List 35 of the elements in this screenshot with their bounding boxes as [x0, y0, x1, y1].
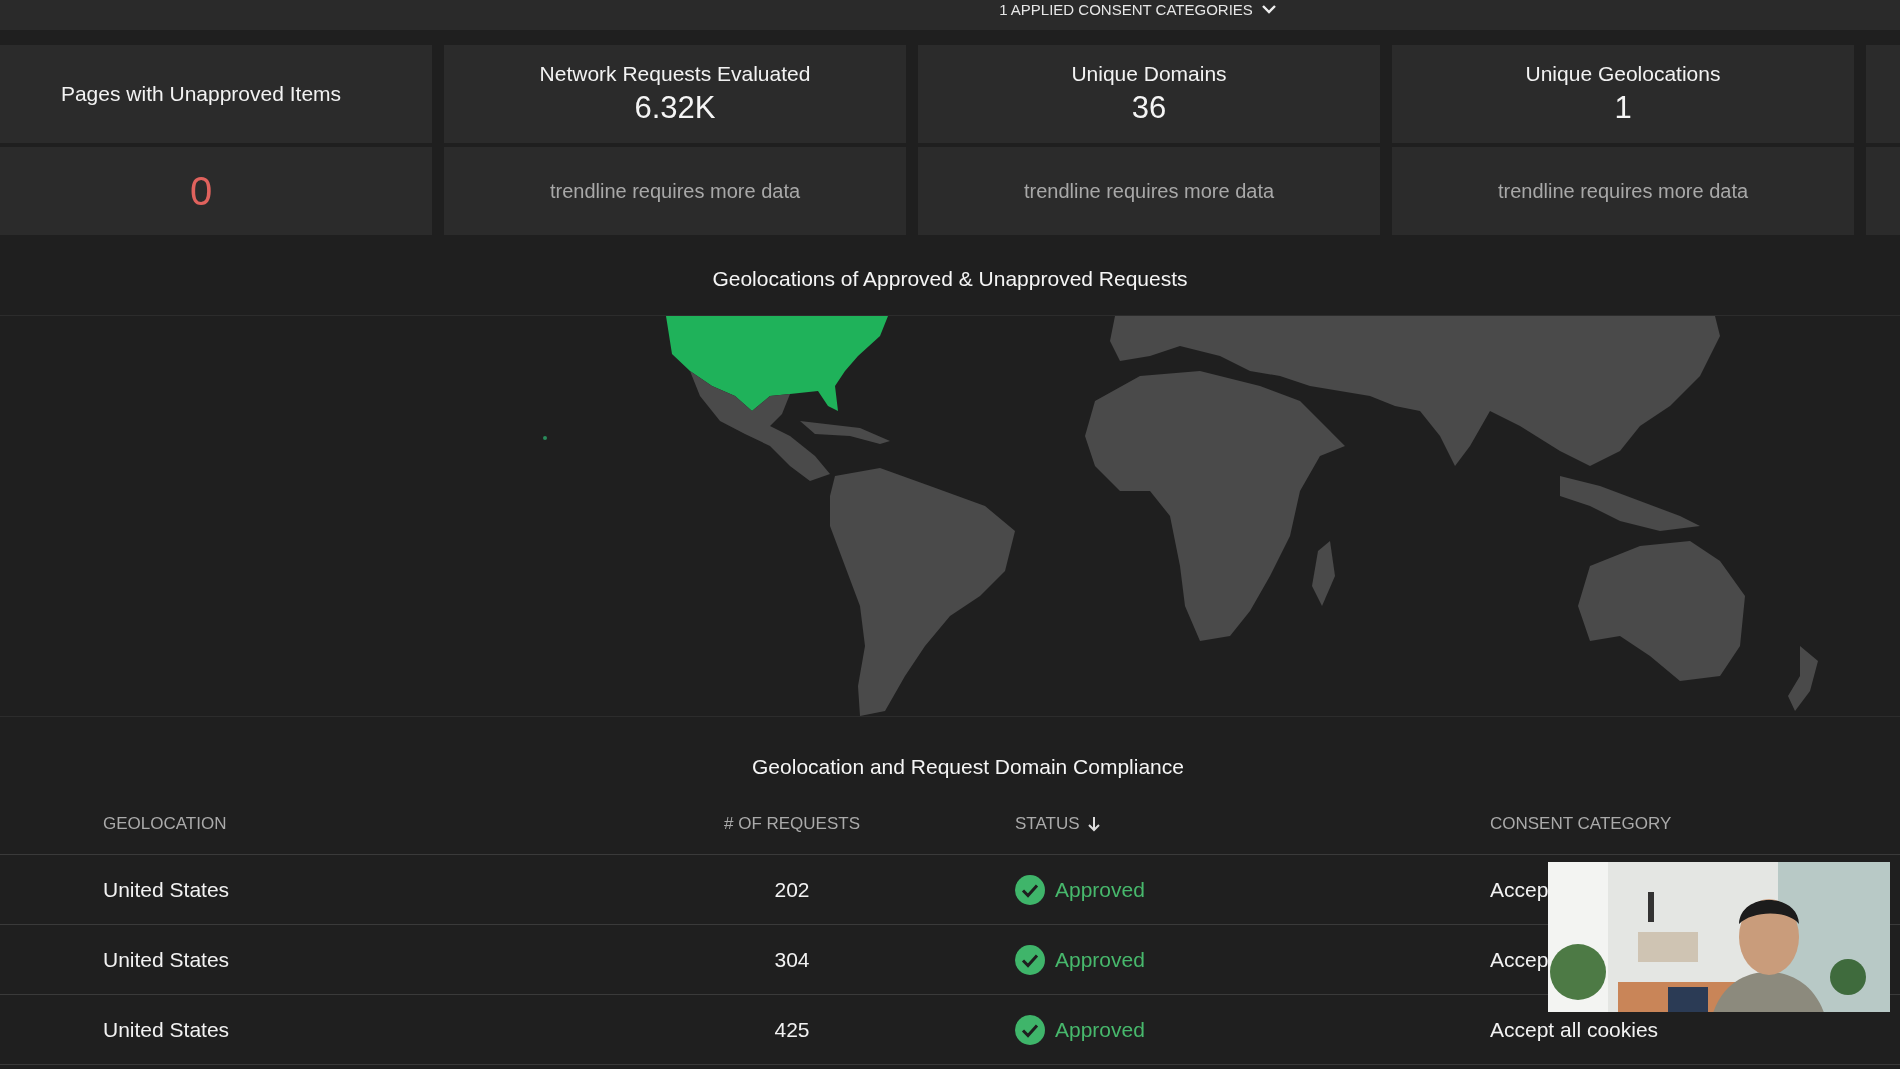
column-header[interactable]: STATUS: [1015, 813, 1100, 834]
card-value: 1: [1614, 90, 1632, 126]
consent-filter-dropdown[interactable]: 1 APPLIED CONSENT CATEGORIES: [999, 0, 1277, 18]
table-cell: 425: [774, 1017, 810, 1042]
table-cell: 202: [774, 877, 810, 902]
table-cell: United States: [103, 877, 230, 902]
table-title: Geolocation and Request Domain Compliance: [752, 755, 1184, 779]
card-value: 36: [1131, 90, 1167, 126]
status-text: Approved: [1055, 947, 1145, 972]
check-circle-icon: [1015, 874, 1045, 905]
sort-arrow-icon: [1087, 815, 1100, 832]
check-circle-icon: [1015, 1014, 1045, 1045]
column-header[interactable]: # OF REQUESTS: [724, 813, 860, 834]
table-cell: 304: [774, 947, 810, 972]
chevron-down-icon: [1260, 4, 1277, 14]
column-header[interactable]: GEOLOCATION: [103, 813, 227, 834]
trendline-note: trendline requires more data: [549, 179, 801, 203]
table-cell: United States: [103, 947, 230, 972]
status-text: Approved: [1055, 1017, 1145, 1042]
check-circle-icon: [1015, 944, 1045, 975]
table-cell: United States: [103, 1017, 230, 1042]
trendline-note: trendline requires more data: [1497, 179, 1749, 203]
table-cell: Accep: [1490, 877, 1549, 902]
card-title: Network Requests Evaluated: [539, 62, 811, 86]
map-title: Geolocations of Approved & Unapproved Requests: [712, 267, 1188, 291]
card-title: Unique Geolocations: [1525, 62, 1721, 86]
table-cell: Accep: [1490, 947, 1549, 972]
card-title: Unique Domains: [1071, 62, 1227, 86]
column-header[interactable]: CONSENT CATEGORY: [1490, 813, 1672, 834]
card-value: 0: [189, 168, 213, 214]
card-value: 6.32K: [634, 90, 716, 126]
table-cell: Accept all cookies: [1490, 1017, 1659, 1042]
card-title: Pages with Unapproved Items: [60, 82, 342, 106]
trendline-note: trendline requires more data: [1023, 179, 1275, 203]
status-text: Approved: [1055, 877, 1145, 902]
